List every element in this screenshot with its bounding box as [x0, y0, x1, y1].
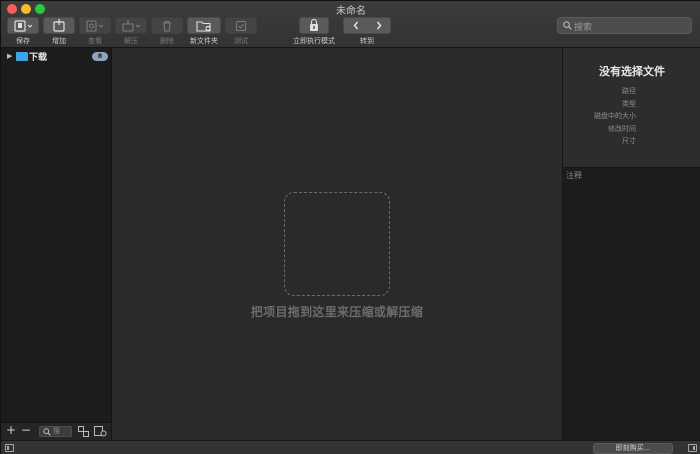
save-label: 保存: [16, 37, 30, 45]
goto-label: 转到: [360, 37, 374, 45]
sidebar-item-downloads[interactable]: ▶ 下载 8: [1, 50, 112, 63]
field-modified-label: 修改时间: [608, 125, 636, 133]
toggle-inspector-icon[interactable]: [688, 444, 697, 452]
extract-button[interactable]: [115, 17, 147, 34]
goto-segmented[interactable]: [343, 17, 391, 34]
field-path-label: 路径: [622, 87, 636, 95]
buy-now-button[interactable]: 即刻购买...: [593, 443, 673, 454]
new-folder-label: 新文件夹: [190, 37, 218, 45]
save-tool[interactable]: 保存: [7, 17, 39, 46]
quicklook-icon: [86, 19, 104, 32]
toggle-sidebar-icon[interactable]: [5, 444, 14, 452]
notes-field[interactable]: 注释: [563, 168, 700, 440]
preview-toggle-icon[interactable]: [94, 426, 107, 437]
add-label: 增加: [52, 37, 66, 45]
sidebar-footer: + − 搜: [1, 422, 112, 440]
chevron-right-icon[interactable]: [374, 20, 384, 31]
add-file-icon: [53, 19, 65, 32]
inspector-info: 没有选择文件 路径 类型 磁盘中的大小 修改时间 尺寸: [563, 48, 700, 168]
window-title: 未命名: [336, 6, 366, 17]
inspector-title: 没有选择文件: [599, 65, 665, 78]
extract-tool[interactable]: 解压: [115, 17, 147, 46]
goto-tool[interactable]: 转到: [343, 17, 391, 46]
sidebar-item-label: 下载: [29, 53, 48, 63]
instant-mode-tool[interactable]: 立即执行模式: [290, 17, 338, 46]
search-icon: [563, 21, 572, 30]
add-tool[interactable]: 增加: [43, 17, 75, 46]
test-button[interactable]: [225, 17, 257, 34]
remove-location-button[interactable]: −: [21, 423, 31, 437]
new-folder-tool[interactable]: 新文件夹: [187, 17, 221, 46]
extract-label: 解压: [124, 37, 138, 45]
field-type-label: 类型: [622, 100, 636, 108]
app-window: 未命名 保存 增加 查看 解压 删除 新文件夹 测试 立即执行模式 转到 搜索 …: [0, 0, 700, 454]
search-placeholder: 搜索: [574, 23, 593, 33]
lock-archive-icon: [310, 19, 318, 31]
search-icon: [43, 428, 51, 436]
chevron-left-icon[interactable]: [351, 20, 361, 31]
view-tool[interactable]: 查看: [79, 17, 111, 46]
delete-tool[interactable]: 删除: [151, 17, 183, 46]
trash-icon: [163, 20, 171, 31]
field-dimensions-label: 尺寸: [622, 137, 636, 145]
title-toolbar: 未命名 保存 增加 查看 解压 删除 新文件夹 测试 立即执行模式 转到 搜索: [1, 1, 700, 48]
inspector-panel: 没有选择文件 路径 类型 磁盘中的大小 修改时间 尺寸 注释: [562, 48, 700, 440]
new-folder-button[interactable]: [187, 17, 221, 34]
checklist-icon: [236, 20, 246, 31]
add-location-button[interactable]: +: [6, 423, 16, 437]
sidebar: ▶ 下载 8: [1, 48, 112, 438]
disclosure-triangle-icon[interactable]: ▶: [7, 52, 12, 60]
drop-zone[interactable]: [284, 192, 390, 296]
sidebar-filter-input[interactable]: 搜: [39, 426, 72, 437]
archive-icon: [14, 19, 33, 32]
archive-content-area[interactable]: 把项目拖到这里来压缩或解压缩: [112, 48, 562, 440]
test-label: 测试: [234, 37, 248, 45]
delete-label: 删除: [160, 37, 174, 45]
drop-hint-text: 把项目拖到这里来压缩或解压缩: [250, 305, 424, 319]
new-folder-icon: [196, 20, 211, 32]
field-disk-size-label: 磁盘中的大小: [594, 112, 636, 120]
add-button[interactable]: [43, 17, 75, 34]
item-count-badge: 8: [92, 52, 108, 61]
group-icon[interactable]: [78, 426, 89, 437]
extract-icon: [122, 19, 141, 32]
instant-mode-label: 立即执行模式: [293, 37, 335, 45]
notes-label: 注释: [566, 171, 582, 180]
sidebar-filter-placeholder: 搜: [53, 427, 60, 435]
search-input[interactable]: 搜索: [557, 17, 692, 34]
save-button[interactable]: [7, 17, 39, 34]
view-button[interactable]: [79, 17, 111, 34]
status-bar: 即刻购买...: [1, 440, 700, 454]
delete-button[interactable]: [151, 17, 183, 34]
instant-mode-button[interactable]: [299, 17, 329, 34]
view-label: 查看: [88, 37, 102, 45]
test-tool[interactable]: 测试: [225, 17, 257, 46]
folder-icon: [16, 52, 28, 61]
